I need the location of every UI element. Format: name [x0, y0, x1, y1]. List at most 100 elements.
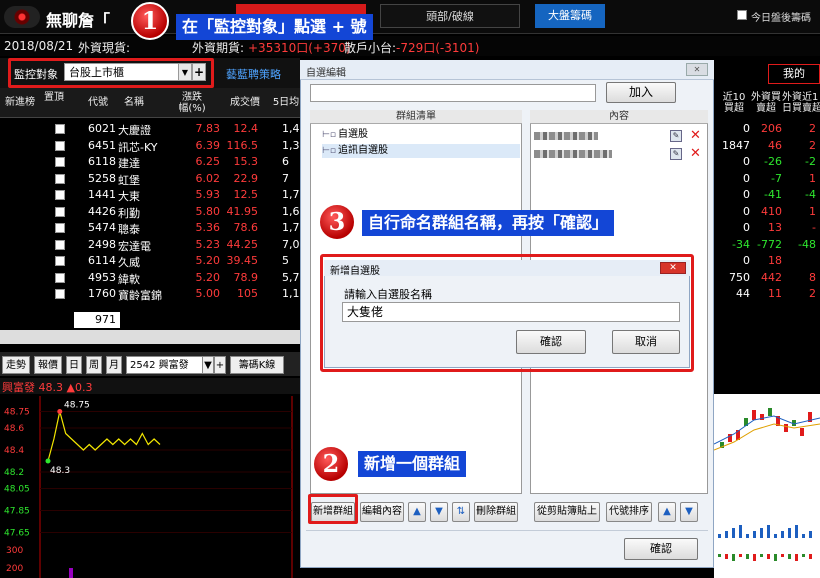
dialog-title: 自選編輯: [306, 68, 346, 79]
right-cell: 1: [809, 171, 816, 185]
after-hours-checkbox[interactable]: [737, 10, 747, 20]
table-row[interactable]: 6118 建達 6.25 15.3 6: [0, 153, 300, 171]
dialog-ok-button[interactable]: 確認: [624, 538, 698, 560]
right-col-header[interactable]: 外資近1 日買賣超: [782, 92, 820, 114]
add-button[interactable]: 加入: [606, 82, 676, 103]
col-change[interactable]: 漲跌幅(%): [178, 92, 206, 114]
status-futures-label: 外資期貨:: [192, 41, 245, 55]
table-row[interactable]: 2498 宏達電 5.23 44.25 7,0: [0, 236, 300, 254]
table-row[interactable]: 6451 訊芯-KY 6.39 116.5 1,3: [0, 137, 300, 155]
pin-checkbox[interactable]: [55, 223, 65, 233]
table-row[interactable]: 1441 大東 5.93 12.5 1,7: [0, 186, 300, 204]
pin-checkbox[interactable]: [55, 206, 65, 217]
delete-icon[interactable]: ✕: [690, 129, 701, 142]
cell-price: 116.5: [226, 138, 259, 152]
tab-month[interactable]: 月: [106, 356, 122, 374]
delete-icon[interactable]: ✕: [690, 147, 701, 160]
cell-price: 12.4: [233, 122, 259, 135]
table-row[interactable]: 4953 緯軟 5.20 78.9 5,7: [0, 269, 300, 287]
status-foreign-label: 外資現貨:: [78, 41, 131, 55]
chevron-down-icon[interactable]: ▼: [202, 356, 214, 374]
horizontal-scrollbar[interactable]: [0, 330, 300, 344]
edit-icon[interactable]: ✎: [670, 130, 682, 142]
step-3-badge: 3: [318, 203, 356, 241]
volume-bar: [725, 531, 728, 538]
tab-day[interactable]: 日: [66, 356, 82, 374]
sort-by-code-button[interactable]: 代號排序: [606, 502, 652, 522]
cell-5day: 1,6: [282, 204, 300, 218]
chip-kline-button[interactable]: 籌碼K線: [230, 356, 284, 374]
volume-bar: [746, 534, 749, 538]
right-col-header[interactable]: 近10 買超: [716, 92, 752, 114]
tab-market-chips[interactable]: 大盤籌碼: [535, 4, 605, 28]
edit-content-button[interactable]: 編輯內容: [360, 502, 404, 522]
pin-checkbox[interactable]: [55, 239, 65, 250]
arrow-up-icon[interactable]: ▲: [408, 502, 426, 522]
group-item-watchlist[interactable]: ⊢▫ 自選股: [322, 128, 368, 142]
indicator-bar: [795, 554, 798, 561]
right-col-header[interactable]: 外資買 賣超: [748, 92, 784, 114]
my-button[interactable]: 我的: [768, 64, 820, 84]
cell-price: 105: [237, 287, 258, 300]
table-row[interactable]: 5258 虹堡 6.02 22.9 7: [0, 170, 300, 188]
cell-change: 5.80: [195, 204, 221, 218]
edit-icon[interactable]: ✎: [670, 148, 682, 160]
right-cell: 2: [809, 138, 816, 152]
indicator-bar: [746, 554, 749, 559]
group-item-alerts[interactable]: ⊢▫ 追訊自選股: [322, 144, 520, 158]
pin-checkbox[interactable]: [55, 157, 65, 167]
pin-checkbox[interactable]: [55, 140, 65, 151]
volume-bar: [732, 528, 735, 538]
pin-checkbox[interactable]: [55, 190, 65, 200]
col-new-entry[interactable]: 新進榜: [2, 97, 38, 108]
col-code[interactable]: 代號: [84, 97, 112, 108]
col-price[interactable]: 成交價: [228, 97, 262, 108]
cell-code: 6021: [88, 122, 116, 135]
delete-group-button[interactable]: 刪除群組: [474, 502, 518, 522]
table-row[interactable]: 6021 大慶證 7.83 12.4 1,4: [0, 120, 300, 138]
pin-checkbox[interactable]: [55, 272, 65, 283]
table-row[interactable]: 1760 寶齡富錦 5.00 105 1,1: [0, 285, 300, 303]
y-tick-label: 47.85: [4, 507, 30, 517]
col-5day[interactable]: 5日均: [272, 97, 300, 108]
right-cell: -48: [798, 237, 816, 251]
indicator-bar: [788, 554, 791, 559]
right-cell: 18: [768, 254, 782, 267]
cell-5day: 5,7: [282, 270, 300, 284]
chart-stock-select[interactable]: 2542 興富發: [126, 356, 214, 374]
indicator-bar: [774, 554, 777, 561]
step-3-banner: 自行命名群組名稱，再按「確認」: [362, 210, 615, 236]
pin-checkbox[interactable]: [55, 124, 65, 134]
col-name[interactable]: 名稱: [120, 97, 148, 108]
tab-breakout[interactable]: 頭部/破線: [380, 4, 520, 28]
cell-price: 78.9: [233, 270, 259, 284]
right-cell: 1: [809, 204, 816, 218]
table-row[interactable]: 6114 久威 5.20 39.45 5: [0, 252, 300, 270]
volume-bar: [774, 534, 777, 538]
tab-trend[interactable]: 走勢: [2, 356, 30, 374]
col-pin[interactable]: 置頂: [44, 92, 64, 103]
arrow-down-icon[interactable]: ▼: [680, 502, 698, 522]
chart-add-button[interactable]: +: [214, 356, 226, 374]
pin-checkbox[interactable]: [55, 289, 65, 299]
arrow-down-icon[interactable]: ▼: [430, 502, 448, 522]
table-row[interactable]: 5474 聰泰 5.36 78.6 1,7: [0, 219, 300, 237]
swap-icon[interactable]: ⇅: [452, 502, 470, 522]
tab-week[interactable]: 周: [86, 356, 102, 374]
table-row[interactable]: 4426 利勤 5.80 41.95 1,6: [0, 203, 300, 221]
pin-checkbox[interactable]: [55, 173, 65, 184]
divider: [306, 530, 708, 531]
tab-quote[interactable]: 報價: [34, 356, 62, 374]
paste-clipboard-button[interactable]: 從剪貼簿貼上: [534, 502, 600, 522]
step-2-banner: 新增一個群組: [358, 451, 467, 477]
arrow-up-icon[interactable]: ▲: [658, 502, 676, 522]
close-icon[interactable]: ✕: [686, 63, 708, 76]
step-2-badge: 2: [312, 445, 350, 483]
pin-checkbox[interactable]: [55, 256, 65, 266]
strategy-link[interactable]: 藝藍聘策略: [226, 66, 281, 82]
high-label: 48.75: [64, 401, 90, 411]
indicator-bar: [760, 554, 763, 557]
chart-title-name: 興富發: [2, 381, 35, 394]
stock-input[interactable]: [310, 84, 596, 102]
step-1-banner: 在「監控對象」點選 + 號: [176, 14, 373, 40]
